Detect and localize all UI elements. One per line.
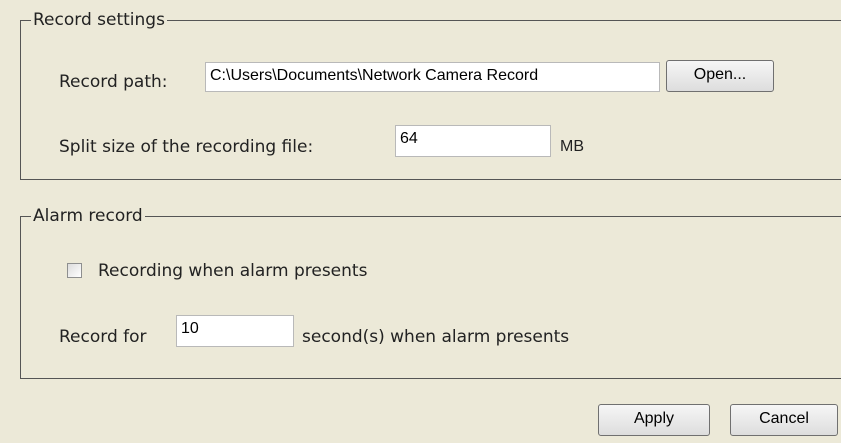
alarm-record-group: Alarm record: [20, 205, 841, 379]
record-for-seconds-field[interactable]: 10: [176, 315, 294, 347]
split-size-unit: MB: [560, 138, 584, 155]
split-size-label: Split size of the recording file:: [59, 137, 314, 157]
apply-button[interactable]: Apply: [598, 404, 710, 436]
record-path-field[interactable]: C:\Users\Documents\Network Camera Record: [205, 62, 660, 92]
record-for-label: Record for: [59, 327, 147, 347]
record-path-label: Record path:: [59, 72, 168, 92]
alarm-record-title: Alarm record: [31, 205, 145, 227]
alarm-recording-checkbox-label[interactable]: Recording when alarm presents: [98, 260, 367, 282]
alarm-recording-checkbox[interactable]: [67, 263, 82, 278]
cancel-button[interactable]: Cancel: [730, 404, 838, 436]
record-for-suffix: second(s) when alarm presents: [302, 327, 570, 347]
split-size-field[interactable]: 64: [395, 125, 551, 157]
open-button[interactable]: Open...: [666, 60, 774, 92]
record-settings-title: Record settings: [31, 9, 167, 31]
